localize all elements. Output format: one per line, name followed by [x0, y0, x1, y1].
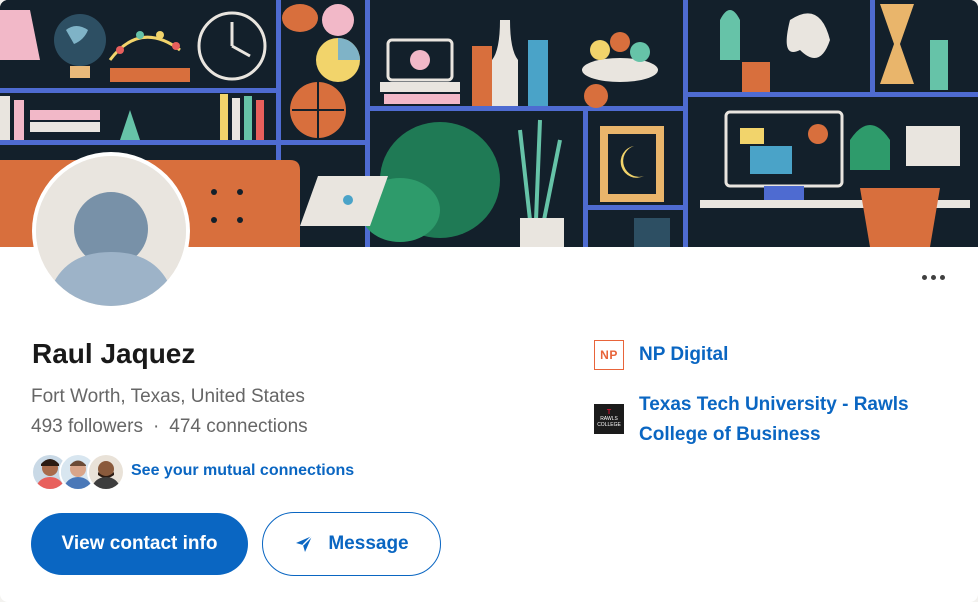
np-digital-logo: NP [594, 340, 624, 370]
org-name-np-digital: NP Digital [639, 344, 729, 365]
stats-separator: · [152, 416, 160, 437]
org-np-digital[interactable]: NP NP Digital [594, 340, 728, 370]
default-avatar-icon [36, 156, 186, 306]
profile-avatar[interactable] [32, 152, 190, 310]
org-texas-tech[interactable]: T RAWLS COLLEGE Texas Tech University - … [594, 390, 909, 450]
mutual-connections-link[interactable]: See your mutual connections [131, 462, 354, 480]
view-contact-info-button[interactable]: View contact info [31, 513, 248, 575]
followers-count[interactable]: 493 followers [31, 416, 143, 437]
texas-tech-rawls-logo: T RAWLS COLLEGE [594, 404, 624, 434]
mutual-connections[interactable]: See your mutual connections [31, 451, 354, 491]
profile-card: Raul Jaquez Fort Worth, Texas, United St… [0, 0, 978, 602]
mutual-avatar [87, 453, 125, 491]
connections-count[interactable]: 474 connections [169, 416, 307, 437]
mutual-avatars [31, 451, 125, 491]
more-horizontal-icon [921, 274, 927, 280]
send-icon [294, 534, 314, 554]
profile-name: Raul Jaquez [32, 338, 196, 369]
message-label: Message [328, 533, 409, 554]
org-name-texas-tech: Texas Tech University - Rawls College of… [639, 394, 909, 445]
more-actions-button[interactable] [912, 262, 954, 292]
profile-stats: 493 followers · 474 connections [31, 416, 308, 438]
message-button[interactable]: Message [262, 512, 441, 576]
profile-location: Fort Worth, Texas, United States [31, 386, 305, 407]
